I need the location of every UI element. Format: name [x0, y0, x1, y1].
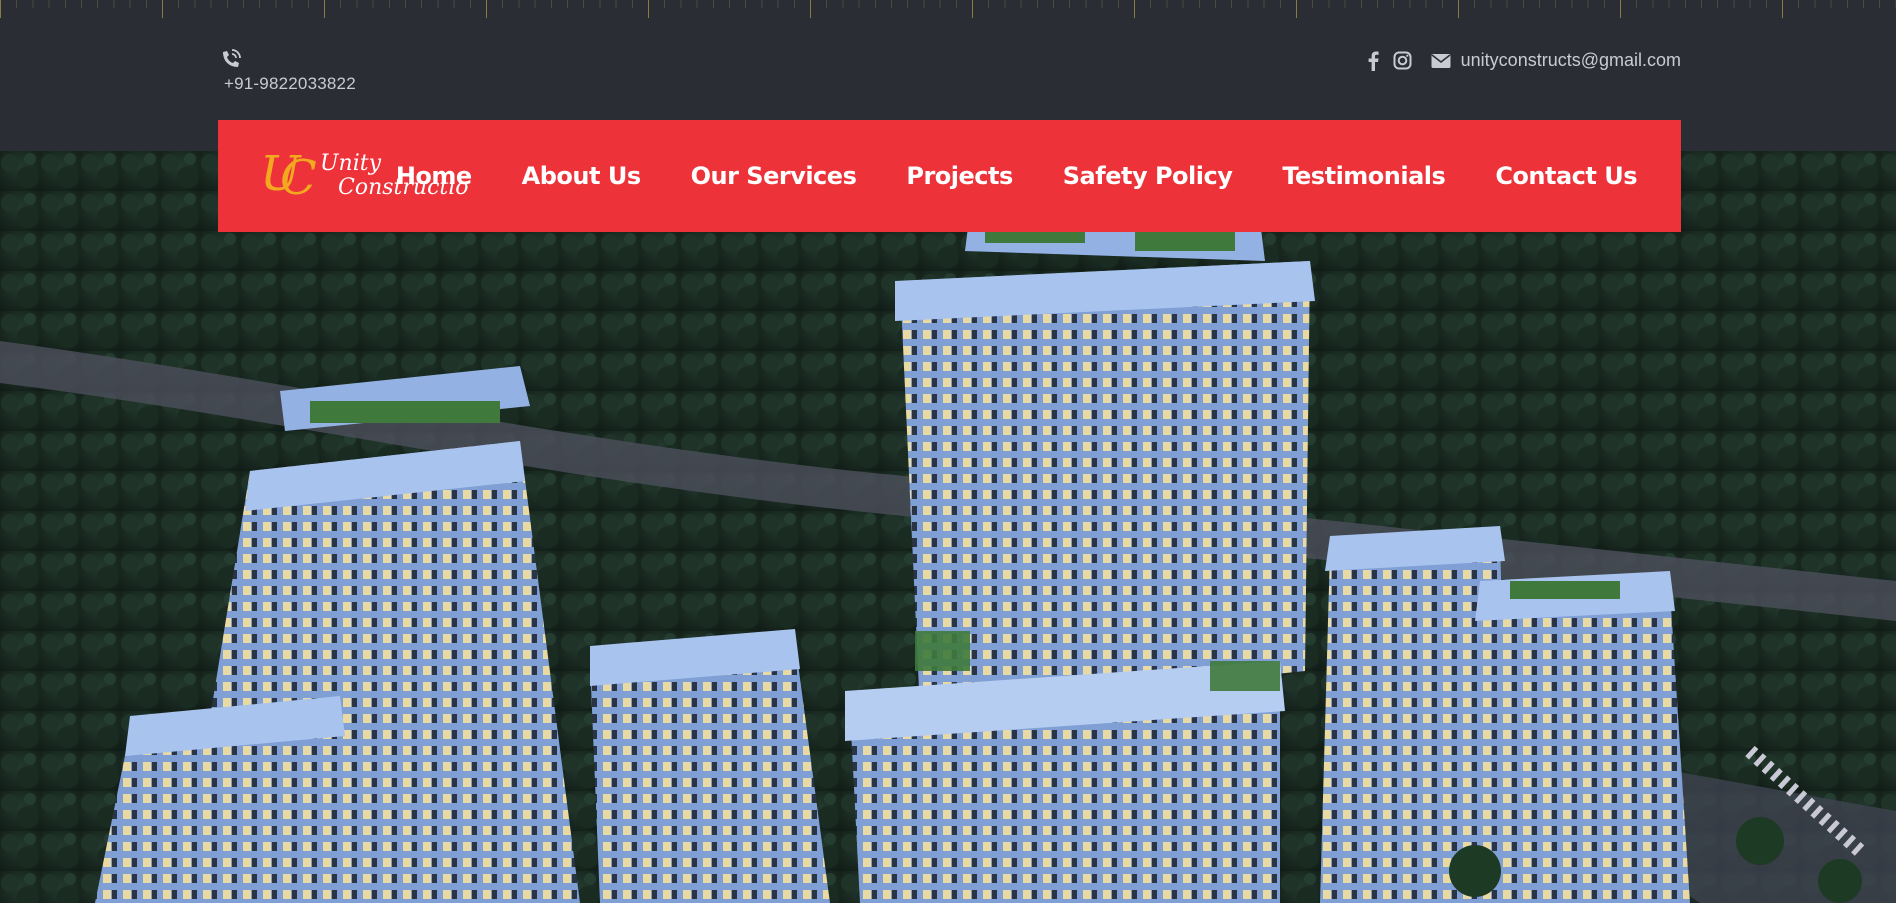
- nav-about-us[interactable]: About Us: [497, 162, 666, 190]
- envelope-icon: [1431, 51, 1451, 71]
- decorative-ruler: [0, 0, 1896, 20]
- social-and-email: unityconstructs@gmail.com: [1363, 50, 1681, 71]
- primary-navigation: Home About Us Our Services Projects Safe…: [371, 120, 1638, 232]
- main-navbar: U C Unity Construction Home About Us Our…: [218, 120, 1681, 232]
- instagram-icon[interactable]: [1393, 51, 1413, 71]
- nav-testimonials[interactable]: Testimonials: [1257, 162, 1470, 190]
- nav-our-services[interactable]: Our Services: [666, 162, 882, 190]
- facebook-icon[interactable]: [1363, 51, 1383, 71]
- email-link[interactable]: unityconstructs@gmail.com: [1461, 50, 1681, 71]
- phone-number[interactable]: +91-9822033822: [218, 74, 356, 94]
- svg-text:C: C: [280, 150, 317, 206]
- hero-image: [0, 151, 1896, 903]
- phone-contact[interactable]: +91-9822033822: [218, 46, 356, 94]
- nav-home[interactable]: Home: [371, 162, 497, 190]
- building-render-illustration: [0, 151, 1896, 903]
- nav-contact-us[interactable]: Contact Us: [1470, 162, 1637, 190]
- phone-volume-icon: [218, 46, 244, 72]
- nav-projects[interactable]: Projects: [881, 162, 1037, 190]
- nav-safety-policy[interactable]: Safety Policy: [1038, 162, 1258, 190]
